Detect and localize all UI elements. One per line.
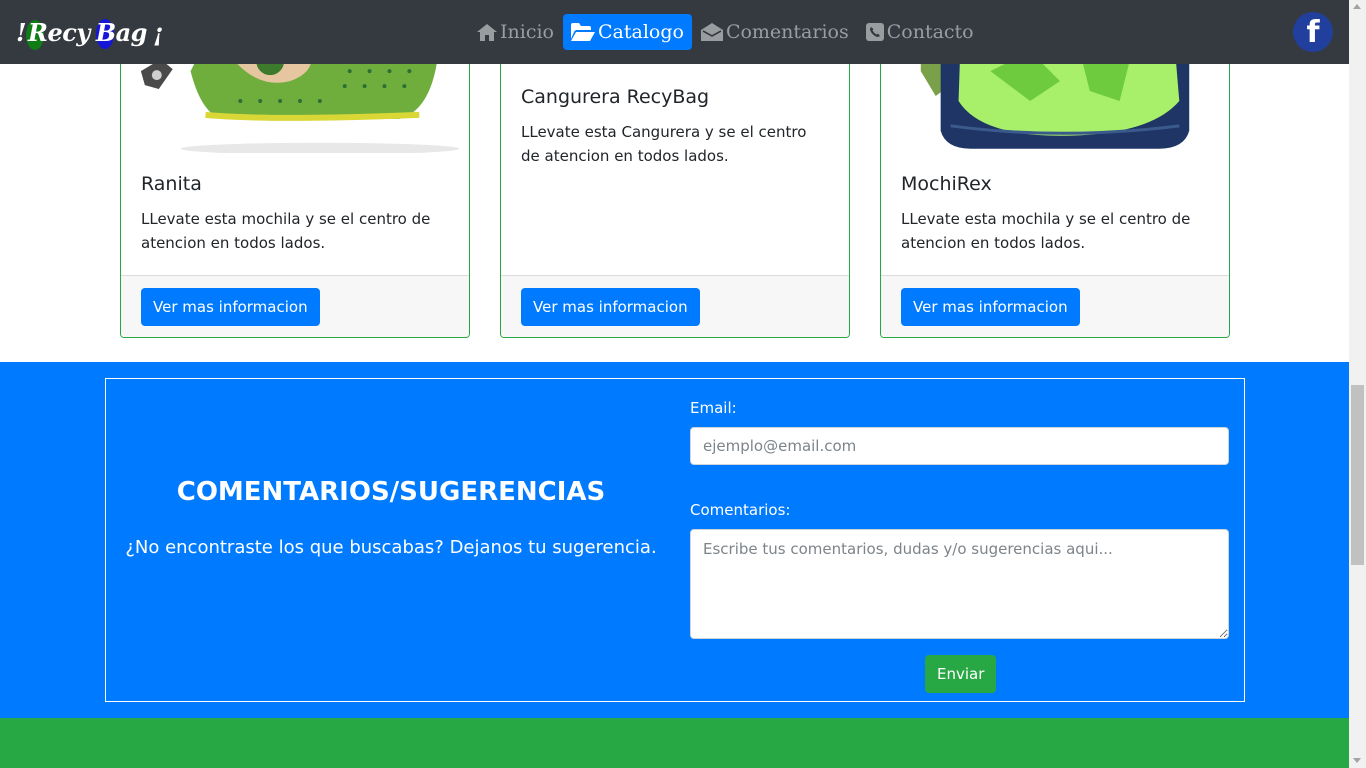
feedback-subtitle: ¿No encontraste los que buscabas? Dejano…	[125, 537, 657, 558]
nav-item-label: Contacto	[886, 21, 974, 43]
phone-icon	[865, 23, 884, 41]
card-text: LLevate esta mochila y se el centro de a…	[141, 210, 431, 252]
card-title: Ranita	[141, 173, 202, 195]
nav-item-label: Catalogo	[597, 21, 684, 43]
card-text: LLevate esta mochila y se el centro de a…	[901, 210, 1191, 252]
nav-item-label: Comentarios	[725, 21, 849, 43]
navbar: ! Recy Bag ¡ Inicio Catalogo Comentarios…	[0, 0, 1349, 64]
ver-mas-informacion-button[interactable]: Ver mas informacion	[901, 288, 1080, 326]
email-label: Email:	[690, 399, 737, 417]
product-card-mochirex: MochiRex LLevate esta mochila y se el ce…	[880, 40, 1230, 338]
product-card-ranita: Ranita LLevate esta mochila y se el cent…	[120, 40, 470, 338]
card-footer: Ver mas informacion	[881, 275, 1229, 337]
comments-label: Comentarios:	[690, 501, 791, 519]
email-field[interactable]	[690, 427, 1229, 465]
send-button[interactable]: Enviar	[925, 655, 997, 693]
footer-strip	[0, 718, 1349, 768]
nav-item-label: Inicio	[500, 21, 554, 43]
facebook-icon[interactable]: f	[1293, 12, 1333, 52]
scroll-down-arrow-icon[interactable]	[1353, 758, 1361, 763]
card-title: MochiRex	[901, 173, 992, 195]
page-scrollbar[interactable]	[1349, 0, 1366, 768]
comments-textarea[interactable]	[690, 529, 1229, 639]
main-nav: Inicio Catalogo Comentarios Contacto	[469, 14, 983, 50]
card-title: Cangurera RecyBag	[521, 86, 710, 108]
ver-mas-informacion-button[interactable]: Ver mas informacion	[141, 288, 320, 326]
home-icon	[477, 23, 497, 41]
brand-close-mark: ¡	[152, 17, 164, 47]
scrollbar-thumb[interactable]	[1351, 385, 1364, 565]
brand-word-recy: Recy	[26, 18, 90, 50]
feedback-section: COMENTARIOS/SUGERENCIAS ¿No encontraste …	[0, 362, 1349, 718]
nav-item-inicio[interactable]: Inicio	[469, 14, 562, 50]
feedback-title: COMENTARIOS/SUGERENCIAS	[176, 477, 606, 507]
card-text: LLevate esta Cangurera y se el centro de…	[521, 123, 807, 165]
brand-word-bag: Bag	[95, 17, 147, 49]
envelope-open-icon	[700, 23, 723, 41]
card-footer: Ver mas informacion	[501, 275, 849, 337]
product-card-cangurera: Cangurera RecyBag LLevate esta Cangurera…	[500, 40, 850, 338]
nav-item-contacto[interactable]: Contacto	[858, 14, 982, 50]
scroll-up-arrow-icon[interactable]	[1353, 4, 1361, 9]
ver-mas-informacion-button[interactable]: Ver mas informacion	[521, 288, 700, 326]
brand-open-mark: !	[16, 17, 27, 47]
folder-open-icon	[570, 23, 595, 41]
nav-item-catalogo[interactable]: Catalogo	[562, 14, 692, 50]
feedback-form-box: COMENTARIOS/SUGERENCIAS ¿No encontraste …	[105, 378, 1245, 702]
nav-item-comentarios[interactable]: Comentarios	[693, 14, 857, 50]
card-footer: Ver mas informacion	[121, 275, 469, 337]
brand-logo[interactable]: ! Recy Bag ¡	[16, 14, 165, 50]
